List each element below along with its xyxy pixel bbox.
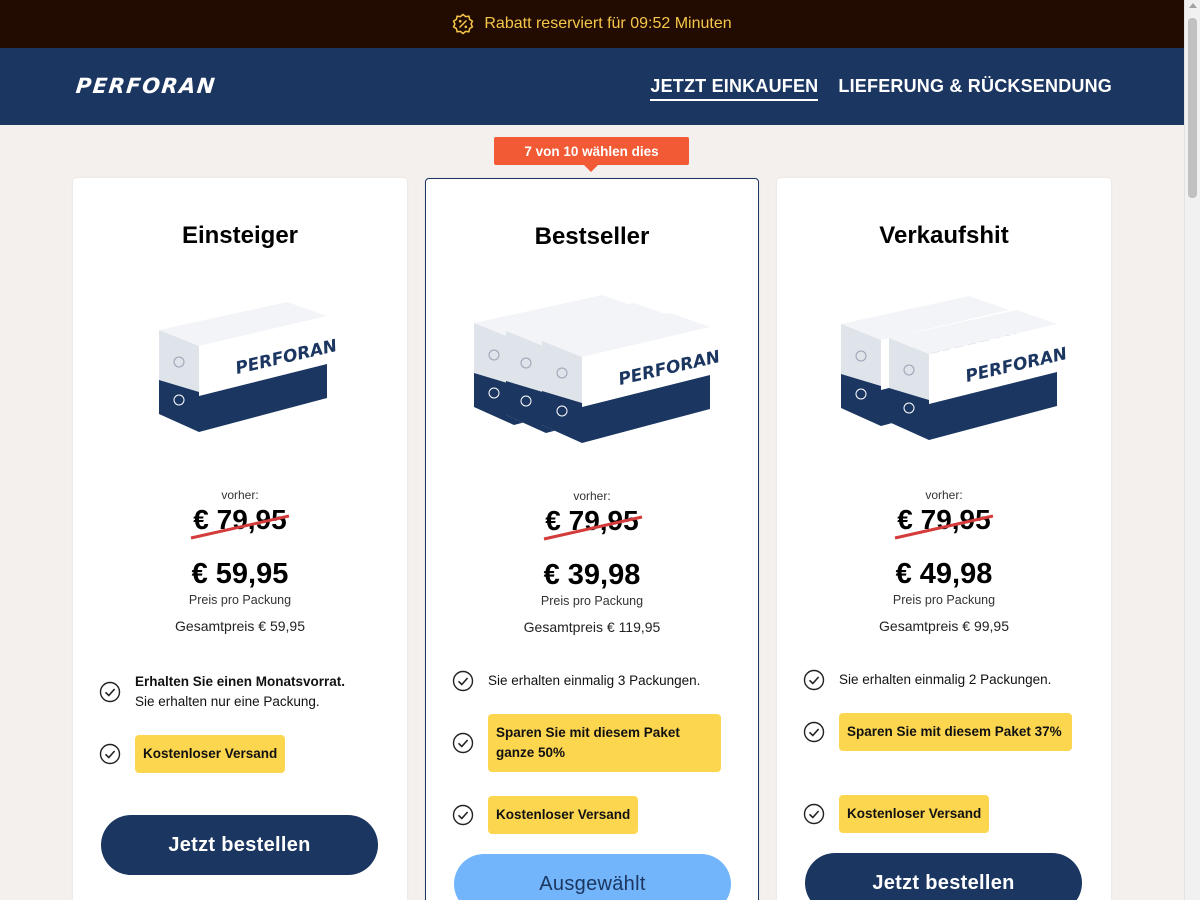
free-shipping-highlight: Kostenloser Versand — [135, 735, 286, 773]
plan-card-bestseller[interactable]: Bestseller vorher: € 79,95 € 39,98 Preis… — [425, 178, 759, 900]
feature-item: Kostenloser Versand — [803, 795, 990, 833]
price-per-pack-label: Preis pro Packung — [540, 594, 644, 608]
feature-item: Sparen Sie mit diesem Paket 37% — [803, 713, 1072, 751]
product-box-image — [158, 301, 340, 433]
savings-highlight: Sparen Sie mit diesem Paket ganze 50% — [488, 714, 721, 772]
current-price: € 59,95 — [191, 558, 289, 590]
price-per-pack-label: Preis pro Packung — [892, 593, 996, 607]
feature-item: Kostenloser Versand — [99, 735, 286, 773]
discount-badge-icon — [453, 13, 474, 35]
check-circle-icon — [452, 804, 474, 826]
check-circle-icon — [803, 803, 825, 825]
price-strikethrough — [543, 515, 643, 541]
product-box-image — [473, 294, 723, 443]
nav-shop-now[interactable]: JETZT EINKAUFEN — [650, 76, 819, 101]
total-price: Gesamtpreis € 99,95 — [879, 618, 1009, 634]
free-shipping-highlight: Kostenloser Versand — [839, 795, 990, 833]
check-circle-icon — [803, 721, 825, 743]
brand-logo[interactable]: PERFORAN — [75, 74, 218, 98]
price-strikethrough — [190, 514, 290, 540]
check-circle-icon — [452, 670, 474, 692]
discount-timer-bar: Rabatt reserviert für 09:52 Minuten — [0, 0, 1184, 48]
price-per-pack-label: Preis pro Packung — [188, 593, 292, 607]
plan-title: Verkaufshit — [879, 222, 1009, 249]
previous-price-label: vorher: — [221, 488, 259, 502]
plan-title: Einsteiger — [181, 222, 299, 249]
plan-card-starter[interactable]: Einsteiger vorher: € 79,95 € 59,95 Preis… — [73, 178, 407, 900]
previous-price-label: vorher: — [925, 488, 963, 502]
savings-highlight: Sparen Sie mit diesem Paket 37% — [839, 713, 1072, 751]
order-now-button[interactable]: Jetzt bestellen — [101, 815, 378, 875]
check-circle-icon — [452, 732, 474, 754]
feature-item: Sparen Sie mit diesem Paket ganze 50% — [452, 714, 721, 772]
previous-price-label: vorher: — [573, 489, 611, 503]
current-price: € 39,98 — [543, 559, 641, 591]
discount-timer-text: Rabatt reserviert für 09:52 Minuten — [484, 15, 732, 32]
feature-item: Sie erhalten einmalig 3 Packungen. — [452, 670, 700, 692]
popular-choice-badge: 7 von 10 wählen dies — [494, 137, 689, 172]
current-price: € 49,98 — [895, 558, 993, 590]
feature-item: Sie erhalten einmalig 2 Packungen. — [803, 669, 1051, 691]
selected-button[interactable]: Ausgewählt — [454, 854, 731, 900]
plan-card-top-seller[interactable]: Verkaufshit vorher: € 79,95 € 49,98 Prei… — [777, 178, 1111, 900]
feature-bold-text: Erhalten Sie einen Monatsvorrat. — [135, 674, 346, 689]
main-nav: JETZT EINKAUFEN LIEFERUNG & RÜCKSENDUNG — [650, 76, 1112, 101]
feature-text: Sie erhalten einmalig 2 Packungen. — [839, 672, 1052, 687]
price-strikethrough — [894, 514, 994, 540]
feature-text: Sie erhalten einmalig 3 Packungen. — [488, 673, 701, 688]
plan-title: Bestseller — [534, 223, 650, 250]
scroll-up-arrow-icon[interactable] — [1189, 3, 1197, 8]
total-price: Gesamtpreis € 59,95 — [175, 618, 305, 634]
feature-item: Erhalten Sie einen Monatsvorrat. Sie erh… — [99, 672, 345, 712]
site-header: PERFORAN JETZT EINKAUFEN LIEFERUNG & RÜC… — [0, 48, 1184, 125]
feature-text: Sie erhalten nur eine Packung. — [135, 694, 320, 709]
check-circle-icon — [803, 669, 825, 691]
scrollbar-thumb[interactable] — [1188, 18, 1197, 198]
free-shipping-highlight: Kostenloser Versand — [488, 796, 639, 834]
total-price: Gesamtpreis € 119,95 — [523, 619, 661, 635]
product-box-image — [840, 295, 1070, 441]
feature-item: Kostenloser Versand — [452, 796, 639, 834]
check-circle-icon — [99, 681, 121, 703]
nav-delivery-returns[interactable]: LIEFERUNG & RÜCKSENDUNG — [838, 76, 1112, 101]
check-circle-icon — [99, 743, 121, 765]
vertical-scrollbar[interactable] — [1184, 0, 1200, 900]
order-now-button[interactable]: Jetzt bestellen — [805, 853, 1082, 900]
